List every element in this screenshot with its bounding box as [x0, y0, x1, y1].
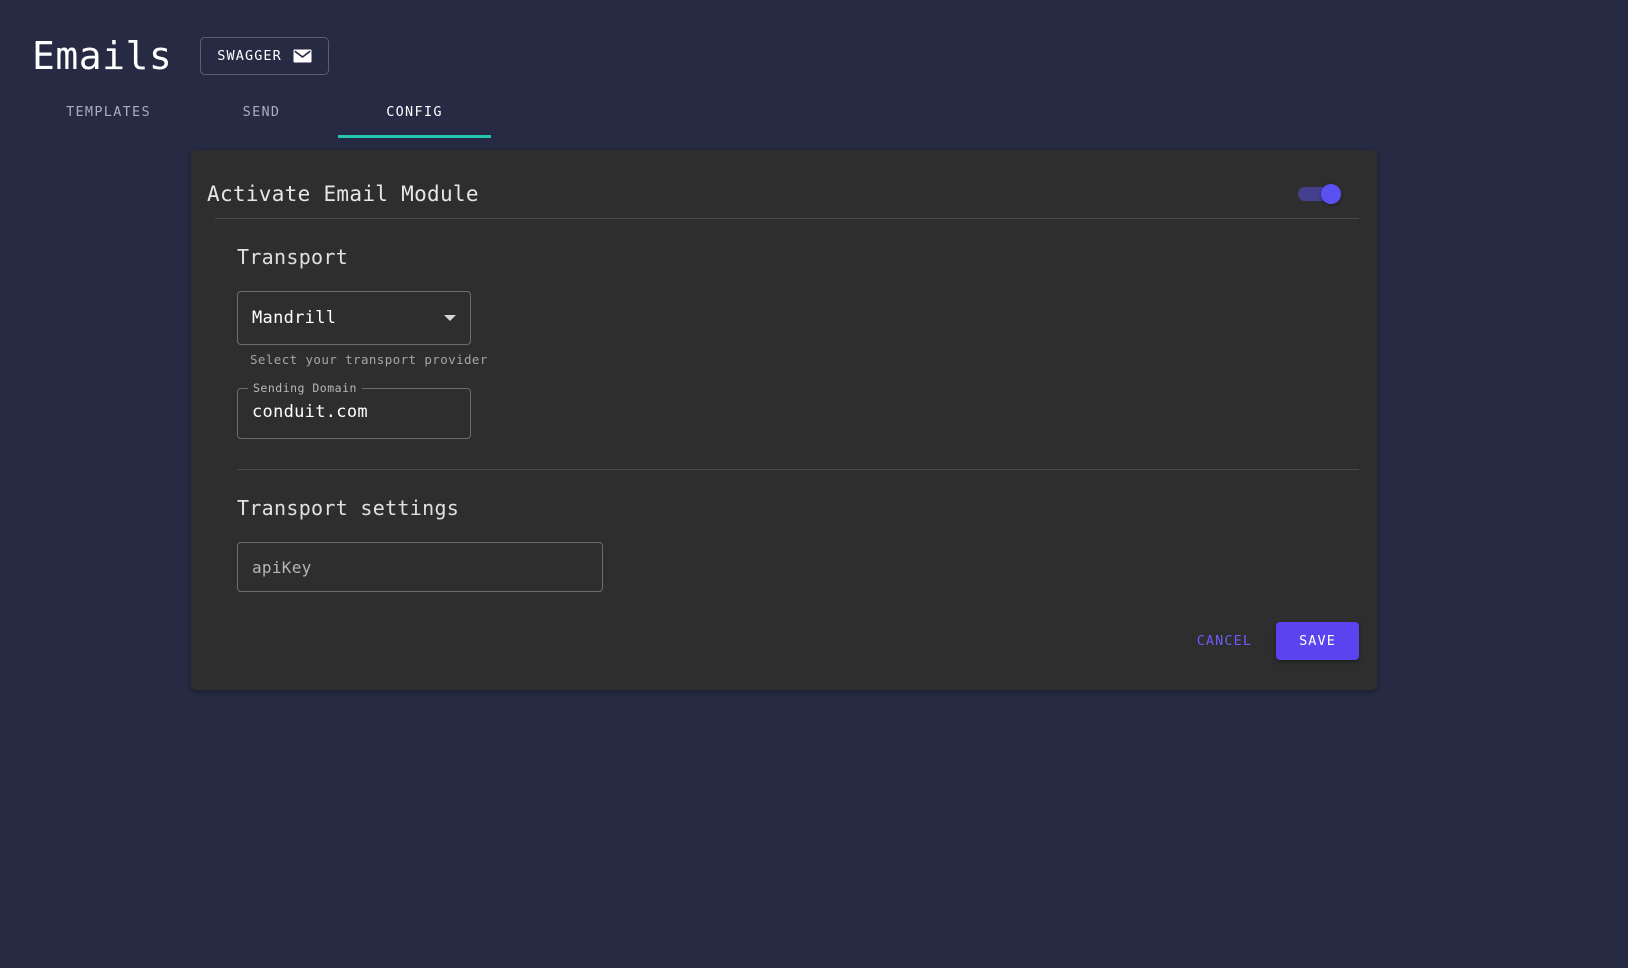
card-body: Transport Mandrill Select your transport…: [191, 219, 1377, 690]
transport-fields: Mandrill Select your transport provider …: [215, 291, 1359, 439]
activate-module-title: Activate Email Module: [207, 182, 479, 206]
swagger-button-label: SWAGGER: [217, 48, 282, 64]
envelope-icon: [293, 49, 312, 63]
page-title: Emails: [32, 34, 173, 78]
transport-select[interactable]: Mandrill: [237, 291, 471, 345]
tab-send[interactable]: SEND: [185, 96, 338, 138]
transport-section-title: Transport: [237, 245, 349, 269]
tab-config[interactable]: CONFIG: [338, 96, 491, 138]
card-header: Activate Email Module: [191, 150, 1377, 218]
api-key-placeholder: apiKey: [252, 557, 312, 577]
transport-select-value: Mandrill: [252, 308, 337, 328]
app-page: Emails SWAGGER TEMPLATES SEND CONFIG Act…: [0, 0, 1628, 968]
page-header: Emails SWAGGER: [32, 32, 329, 80]
transport-helper-text: Select your transport provider: [250, 352, 488, 367]
save-button[interactable]: SAVE: [1276, 622, 1359, 660]
config-card: Activate Email Module Transport Mandrill…: [191, 150, 1377, 690]
toggle-thumb: [1321, 184, 1341, 204]
chevron-down-icon: [444, 315, 456, 321]
tab-bar: TEMPLATES SEND CONFIG: [32, 96, 491, 138]
sending-domain-label: Sending Domain: [253, 381, 357, 395]
transport-settings-title: Transport settings: [237, 496, 460, 520]
sending-domain-value: conduit.com: [252, 402, 368, 422]
tab-templates[interactable]: TEMPLATES: [32, 96, 185, 138]
swagger-button[interactable]: SWAGGER: [200, 37, 329, 75]
activate-module-toggle[interactable]: [1293, 175, 1351, 213]
transport-settings-fields: apiKey: [215, 542, 1359, 592]
sending-domain-field[interactable]: conduit.com Sending Domain: [237, 381, 471, 439]
api-key-input[interactable]: apiKey: [237, 542, 603, 592]
cancel-button[interactable]: CANCEL: [1183, 624, 1266, 658]
card-actions: CANCEL SAVE: [215, 592, 1359, 690]
